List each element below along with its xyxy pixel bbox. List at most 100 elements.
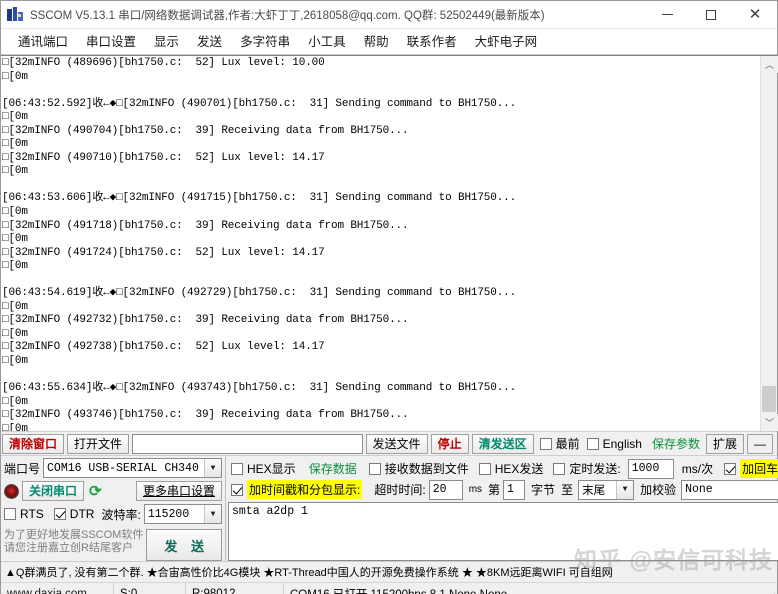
port-label: 端口号	[4, 461, 41, 476]
dtr-checkbox[interactable]: DTR	[53, 507, 94, 521]
promo-text: 为了更好地发展SSCOM软件 请您注册嘉立创R结尾客户	[4, 529, 143, 555]
file-path-input[interactable]	[132, 433, 363, 454]
send-button[interactable]: 发 送	[146, 529, 222, 561]
maximize-button[interactable]	[689, 1, 733, 29]
app-logo-icon	[7, 6, 23, 23]
timed-send-input[interactable]	[627, 458, 674, 479]
menu-item-tools[interactable]: 小工具	[299, 29, 355, 55]
scrollbar-track[interactable]	[761, 73, 777, 414]
topmost-checkbox[interactable]: 最前	[539, 435, 580, 452]
recv-to-file-checkbox[interactable]: 接收数据到文件	[368, 460, 469, 477]
timed-send-checkbox[interactable]: 定时发送:	[553, 460, 621, 477]
save-params-button[interactable]: 保存参数	[652, 435, 700, 452]
minimize-button[interactable]	[645, 1, 689, 29]
send-file-button[interactable]: 发送文件	[365, 433, 428, 454]
timed-send-label: 定时发送:	[569, 462, 621, 476]
terminal-line: □[0m	[2, 395, 28, 408]
terminal-output[interactable]: □[32mINFO (489696)[bh1750.c: 52] Lux lev…	[1, 56, 760, 431]
menu-item-daxia-site[interactable]: 大虾电子网	[466, 29, 547, 55]
timeout-label: 超时时间:	[374, 483, 426, 497]
to-label: 至	[561, 483, 574, 497]
scroll-up-icon[interactable]: ︿	[761, 56, 778, 73]
timestamp-display-checkbox[interactable]: 加时间戳和分包显示:	[231, 480, 363, 499]
checkbox-icon	[724, 462, 737, 475]
ms-unit-label: ms/次	[681, 462, 714, 476]
terminal-line: □[0m	[2, 422, 28, 431]
timestamp-display-label: 加时间戳和分包显示:	[247, 480, 363, 499]
english-checkbox[interactable]: English	[586, 437, 642, 451]
terminal-line: □[0m	[2, 165, 28, 178]
hex-send-checkbox[interactable]: HEX发送	[478, 460, 544, 477]
byte-from-input[interactable]	[503, 479, 526, 500]
hex-send-label: HEX发送	[494, 462, 544, 476]
chevron-down-icon[interactable]: ▼	[204, 459, 221, 477]
window-title: SSCOM V5.13.1 串口/网络数据调试器,作者:大虾丁丁,2618058…	[30, 9, 545, 22]
collapse-button[interactable]: —	[747, 433, 773, 454]
options-row-2: 加时间戳和分包显示: 超时时间: ms 第 字节 至 末尾 ▼ 加校验 None…	[228, 479, 778, 500]
scrollbar-thumb[interactable]	[762, 386, 776, 412]
stop-button[interactable]: 停止	[430, 433, 469, 454]
menu-item-help[interactable]: 帮助	[355, 29, 398, 55]
open-file-button[interactable]: 打开文件	[67, 433, 130, 454]
baud-value: 115200	[147, 507, 190, 521]
clear-window-button[interactable]: 清除窗口	[2, 433, 65, 454]
promo-row: 为了更好地发展SSCOM软件 请您注册嘉立创R结尾客户 发 送	[4, 529, 222, 561]
checkbox-icon	[4, 508, 16, 520]
port-action-row: 关闭串口 ⟳ 更多串口设置	[4, 481, 222, 501]
menu-item-contact[interactable]: 联系作者	[398, 29, 466, 55]
close-port-button[interactable]: 关闭串口	[22, 481, 85, 501]
checksum-select[interactable]: None ▼	[681, 479, 778, 500]
terminal-line: [06:43:52.592]收←◆□[32mINFO (490701)[bh17…	[2, 97, 517, 110]
checkbox-icon	[553, 462, 566, 475]
terminal-line: □[32mINFO (490710)[bh1750.c: 52] Lux lev…	[2, 151, 325, 164]
serial-settings-panel: 端口号 COM16 USB-SERIAL CH340 ▼ 关闭串口 ⟳ 更多串口…	[1, 456, 226, 561]
save-data-button[interactable]: 保存数据	[309, 460, 357, 477]
add-crlf-checkbox[interactable]: 加回车换行	[724, 459, 778, 478]
scroll-down-icon[interactable]: ﹀	[761, 414, 778, 431]
port-select[interactable]: COM16 USB-SERIAL CH340 ▼	[43, 458, 222, 478]
close-button[interactable]: ✕	[733, 1, 777, 29]
status-bar: www.daxia.com S:0 R:98012 COM16 已打开 1152…	[1, 582, 777, 594]
options-row-1: HEX显示 保存数据 接收数据到文件 HEX发送 定时发送: ms/次	[228, 458, 778, 479]
checkbox-icon	[231, 483, 243, 496]
close-icon: ✕	[748, 6, 762, 23]
checkbox-icon	[368, 462, 381, 475]
refresh-icon[interactable]: ⟳	[89, 484, 102, 499]
send-text[interactable]: smta a2dp 1	[229, 503, 778, 560]
menu-item-multi-string[interactable]: 多字符串	[231, 29, 299, 55]
timeout-input[interactable]	[428, 479, 463, 500]
extend-button[interactable]: 扩展	[705, 433, 744, 454]
byte-from-label: 第	[488, 483, 501, 497]
byte-to-value: 末尾	[582, 484, 606, 498]
menu-item-display[interactable]: 显示	[145, 29, 188, 55]
checkbox-icon	[478, 462, 491, 475]
status-website[interactable]: www.daxia.com	[1, 583, 114, 594]
checksum-value: None	[685, 483, 713, 496]
checksum-label: 加校验	[640, 483, 677, 497]
terminal-line: □[0m	[2, 355, 28, 368]
add-crlf-label: 加回车换行	[740, 459, 778, 478]
rts-label: RTS	[20, 507, 44, 521]
clear-send-button[interactable]: 清发送区	[471, 433, 534, 454]
terminal-line: □[32mINFO (490704)[bh1750.c: 39] Receivi…	[2, 124, 409, 137]
port-status-icon	[4, 483, 19, 499]
ms-label: ms	[468, 484, 483, 495]
sscom-window: SSCOM V5.13.1 串口/网络数据调试器,作者:大虾丁丁,2618058…	[0, 0, 778, 594]
menu-item-send[interactable]: 发送	[188, 29, 231, 55]
rts-checkbox[interactable]: RTS	[4, 507, 44, 521]
baud-select[interactable]: 115200 ▼	[143, 504, 222, 524]
advertisement-bar[interactable]: ▲Q群满员了, 没有第二个群. ★合宙高性价比4G模块 ★RT-Thread中国…	[1, 561, 777, 582]
send-text-area[interactable]: smta a2dp 1 ︿	[228, 502, 778, 561]
byte-to-select[interactable]: 末尾 ▼	[578, 479, 635, 500]
terminal-line: □[0m	[2, 327, 28, 340]
more-settings-button[interactable]: 更多串口设置	[135, 481, 222, 501]
menu-item-comm-port[interactable]: 通讯端口	[9, 29, 77, 55]
menu-item-serial-config[interactable]: 串口设置	[77, 29, 145, 55]
terminal-scrollbar[interactable]: ︿ ﹀	[760, 56, 778, 431]
chevron-down-icon[interactable]: ▼	[616, 480, 634, 499]
resize-grip-icon[interactable]: ◢	[761, 583, 777, 594]
hex-display-checkbox[interactable]: HEX显示	[231, 460, 296, 477]
chevron-down-icon[interactable]: ▼	[204, 505, 221, 523]
